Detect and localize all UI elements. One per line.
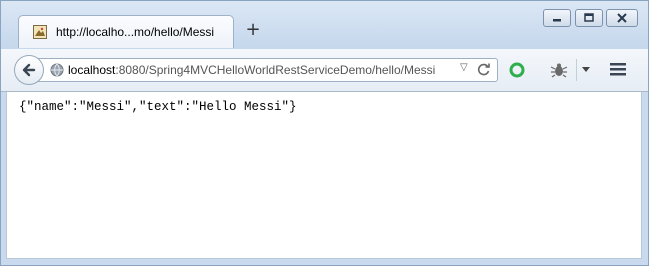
address-bar[interactable]: localhost:8080/Spring4MVCHelloWorldRestS… bbox=[29, 58, 498, 82]
maximize-button[interactable] bbox=[575, 9, 603, 27]
hamburger-menu-icon[interactable] bbox=[609, 61, 627, 77]
browser-window: http://localho...mo/hello/Messi + localh… bbox=[0, 0, 649, 266]
page-content: {"name":"Messi","text":"Hello Messi"} bbox=[6, 92, 642, 259]
json-response-text: {"name":"Messi","text":"Hello Messi"} bbox=[19, 100, 297, 114]
tab-title: http://localho...mo/hello/Messi bbox=[56, 25, 215, 39]
new-tab-button[interactable]: + bbox=[244, 21, 262, 39]
green-circle-extension-icon[interactable] bbox=[509, 62, 525, 78]
url-host: localhost bbox=[68, 63, 116, 77]
minimize-icon bbox=[553, 19, 561, 22]
title-bar: http://localho...mo/hello/Messi + bbox=[1, 1, 648, 49]
page-favicon-icon bbox=[33, 25, 47, 39]
extension-menu-button[interactable] bbox=[576, 59, 592, 81]
navigation-toolbar: localhost:8080/Spring4MVCHelloWorldRestS… bbox=[1, 49, 648, 92]
url-path: :8080/Spring4MVCHelloWorldRestServiceDem… bbox=[115, 63, 436, 77]
browser-tab[interactable]: http://localho...mo/hello/Messi bbox=[18, 15, 234, 48]
reload-icon[interactable] bbox=[477, 62, 491, 76]
chevron-down-icon bbox=[582, 67, 590, 72]
back-button[interactable] bbox=[14, 55, 44, 85]
minimize-button[interactable] bbox=[543, 9, 571, 27]
close-button[interactable] bbox=[606, 9, 638, 27]
dropdown-arrow-icon[interactable]: ▽ bbox=[460, 62, 468, 73]
back-arrow-icon bbox=[22, 63, 36, 77]
maximize-icon bbox=[584, 13, 594, 22]
url-text: localhost:8080/Spring4MVCHelloWorldRestS… bbox=[68, 63, 435, 77]
globe-icon bbox=[50, 63, 64, 77]
close-icon bbox=[617, 13, 627, 23]
bug-extension-icon[interactable] bbox=[550, 61, 568, 79]
